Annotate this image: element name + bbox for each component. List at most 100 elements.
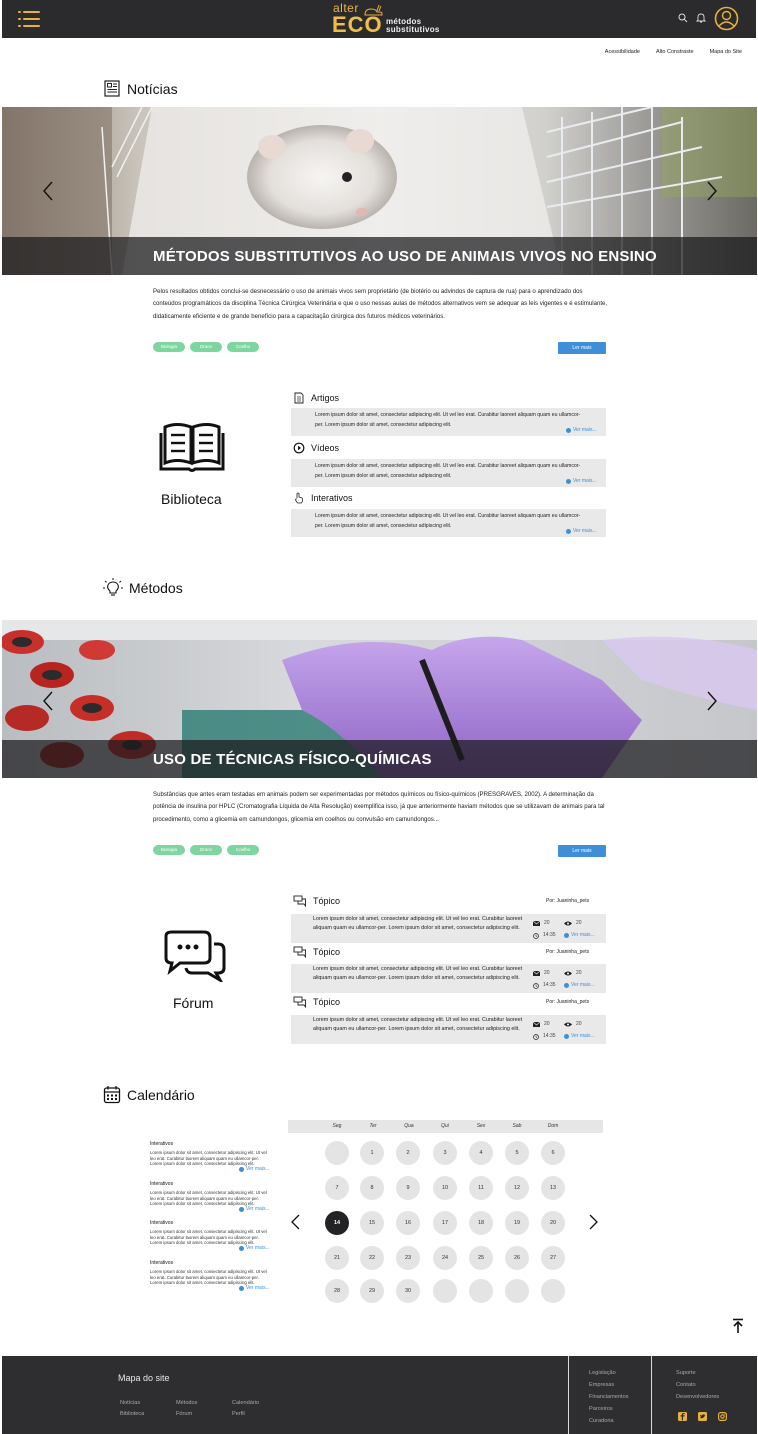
calendar-day[interactable]: 18 [469, 1211, 493, 1235]
footer-link-empresas[interactable]: Empresas [589, 1382, 614, 1388]
calendar-day[interactable]: 22 [360, 1246, 384, 1270]
calendar-day[interactable]: 26 [505, 1246, 529, 1270]
footer-link-financiamentos[interactable]: Financiamentos [589, 1394, 629, 1400]
chevron-left-icon[interactable] [40, 689, 56, 713]
calendar-day[interactable]: 16 [396, 1211, 420, 1235]
tag-biologia[interactable]: Biologia [153, 845, 185, 855]
topic-2-author[interactable]: Por: Juaninha_pets [546, 949, 589, 955]
calendar-event-3[interactable]: Interativos Lorem ipsum dolor sit amet, … [150, 1220, 272, 1251]
metodos-banner[interactable]: USO DE TÉCNICAS FÍSICO-QUÍMICAS [2, 620, 757, 778]
interativos-see-more[interactable]: Ver mais... [566, 526, 597, 536]
topic-3-author[interactable]: Por: Juaninha_pets [546, 999, 589, 1005]
topic-1-see-more[interactable]: Ver mais... [564, 931, 595, 940]
chevron-right-icon[interactable] [704, 689, 720, 713]
calendar-day[interactable]: 2 [396, 1141, 420, 1165]
facebook-icon[interactable] [678, 1412, 687, 1421]
noticias-read-more-button[interactable]: Ler mais [558, 342, 606, 354]
link-acessibilidade[interactable]: Acessibilidade [605, 49, 640, 55]
footer-link-parceiros[interactable]: Parceiros [589, 1406, 613, 1412]
calendar-day[interactable]: 23 [396, 1246, 420, 1270]
topic-2-see-more[interactable]: Ver mais... [564, 981, 595, 990]
biblioteca-item-videos[interactable]: Vídeos [293, 442, 339, 454]
footer-link-forum[interactable]: Fórum [176, 1411, 192, 1417]
footer-link-contato[interactable]: Contato [676, 1382, 696, 1388]
footer-divider [568, 1356, 569, 1434]
tag-coelho[interactable]: Coelho [227, 342, 259, 352]
calendar-day[interactable]: 17 [433, 1211, 457, 1235]
twitter-icon[interactable] [698, 1412, 707, 1421]
calendar-day[interactable]: 9 [396, 1176, 420, 1200]
calendar-day[interactable]: 10 [433, 1176, 457, 1200]
search-icon[interactable] [678, 13, 688, 23]
instagram-icon[interactable] [718, 1412, 727, 1421]
calendar-day[interactable]: 25 [469, 1246, 493, 1270]
calendar-day[interactable]: 21 [325, 1246, 349, 1270]
calendar-day[interactable]: 20 [541, 1211, 565, 1235]
tag-biologia[interactable]: Biologia [153, 342, 185, 352]
calendar-day[interactable]: 6 [541, 1141, 565, 1165]
footer-link-noticias[interactable]: Notícias [120, 1400, 140, 1406]
footer-link-desenvolvedores[interactable]: Desenvolvedores [676, 1394, 719, 1400]
footer-link-calendario[interactable]: Calendário [232, 1400, 259, 1406]
calendar-day[interactable]: 5 [505, 1141, 529, 1165]
forum-topic-2[interactable]: Tópico [293, 946, 340, 958]
event-1-text: Lorem ipsum dolor sit amet, consectetur … [150, 1150, 267, 1167]
back-to-top-icon[interactable] [731, 1318, 745, 1334]
calendar-day[interactable]: 4 [469, 1141, 493, 1165]
user-avatar-icon[interactable] [714, 6, 739, 31]
footer-link-suporte[interactable]: Suporte [676, 1370, 696, 1376]
forum-topic-1[interactable]: Tópico [293, 895, 340, 907]
biblioteca-item-interativos[interactable]: Interativos [293, 492, 353, 504]
calendar-prev-icon[interactable] [289, 1212, 303, 1232]
calendar-day[interactable]: 7 [325, 1176, 349, 1200]
artigos-see-more[interactable]: Ver mais... [566, 425, 597, 435]
calendar-day[interactable]: 30 [396, 1279, 420, 1303]
topic-1-author[interactable]: Por: Juaninha_pets [546, 898, 589, 904]
calendar-day[interactable]: 13 [541, 1176, 565, 1200]
chevron-left-icon[interactable] [40, 179, 56, 203]
calendar-day[interactable]: 29 [360, 1279, 384, 1303]
calendar-day[interactable]: 11 [469, 1176, 493, 1200]
calendar-event-2[interactable]: Interativos Lorem ipsum dolor sit amet, … [150, 1181, 272, 1212]
calendar-event-1[interactable]: Interativos Lorem ipsum dolor sit amet, … [150, 1141, 272, 1172]
footer-link-curadoria[interactable]: Curadoria [589, 1418, 614, 1424]
calendario-title: Calendário [127, 1086, 195, 1103]
calendar-day[interactable]: 14 [325, 1211, 349, 1235]
calendar-day[interactable]: 3 [433, 1141, 457, 1165]
calendar-day[interactable]: 19 [505, 1211, 529, 1235]
noticias-banner[interactable]: MÉTODOS SUBSTITUTIVOS AO USO DE ANIMAIS … [2, 107, 757, 275]
bell-icon[interactable] [696, 12, 706, 23]
calendar-day[interactable]: 15 [360, 1211, 384, 1235]
tag-coelho[interactable]: Coelho [227, 845, 259, 855]
topic-3-see-more[interactable]: Ver mais... [564, 1032, 595, 1041]
logo[interactable]: alter ECO métodos substitutivos [332, 1, 442, 36]
tag-drace[interactable]: Drace [190, 845, 222, 855]
event-1-see-more[interactable]: Ver mais... [239, 1166, 361, 1172]
calendar-next-icon[interactable] [586, 1212, 600, 1232]
calendar-day[interactable]: 27 [541, 1246, 565, 1270]
tag-drace[interactable]: Drace [190, 342, 222, 352]
calendar-day[interactable]: 12 [505, 1176, 529, 1200]
calendar-day[interactable]: 24 [433, 1246, 457, 1270]
calendar-day-empty [541, 1279, 565, 1303]
footer-link-perfil[interactable]: Perfil [232, 1411, 245, 1417]
biblioteca-item-artigos[interactable]: Artigos [293, 392, 339, 404]
footer-link-biblioteca[interactable]: Biblioteca [120, 1411, 144, 1417]
calendar-day[interactable]: 1 [360, 1141, 384, 1165]
chevron-right-icon[interactable] [704, 179, 720, 203]
topic-1-views: 20 [564, 919, 582, 928]
menu-icon[interactable] [18, 10, 40, 28]
interativos-text: Lorem ipsum dolor sit amet, consectetur … [315, 513, 581, 530]
plus-circle-icon [239, 1206, 244, 1212]
link-mapa-do-site[interactable]: Mapa do Site [710, 49, 742, 55]
play-circle-icon [293, 442, 305, 454]
calendar-day[interactable]: 28 [325, 1279, 349, 1303]
calendar-day[interactable]: 8 [360, 1176, 384, 1200]
link-alto-contraste[interactable]: Alto Constraste [656, 49, 694, 55]
forum-topic-3[interactable]: Tópico [293, 996, 340, 1008]
footer-link-metodos[interactable]: Métodos [176, 1400, 197, 1406]
videos-see-more[interactable]: Ver mais... [566, 476, 597, 486]
calendar-event-4[interactable]: Interativos Lorem ipsum dolor sit amet, … [150, 1260, 272, 1291]
metodos-read-more-button[interactable]: Ler mais [558, 845, 606, 857]
footer-link-legislacao[interactable]: Legislação [589, 1370, 616, 1376]
